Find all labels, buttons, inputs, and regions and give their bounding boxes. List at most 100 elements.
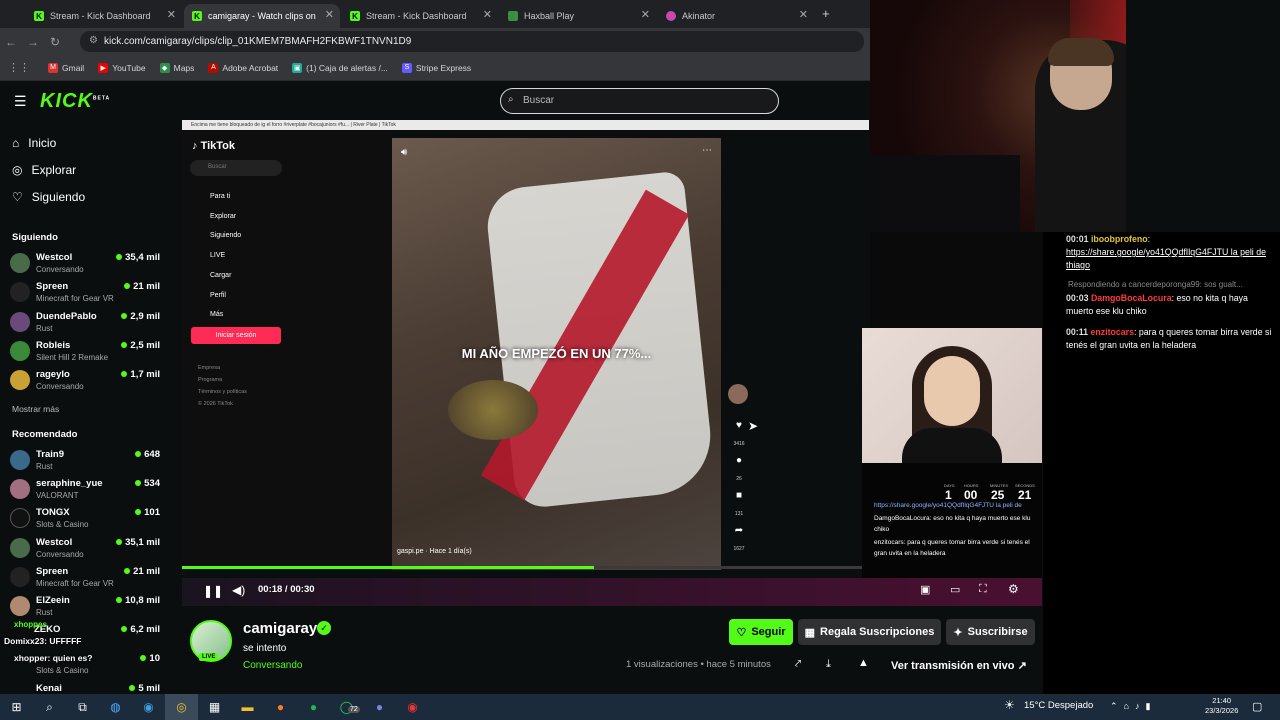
bookmark-alerts[interactable]: ▣ (1) Caja de alertas /... xyxy=(292,62,388,73)
chrome-icon[interactable]: ◎ xyxy=(165,694,198,720)
obs-icon[interactable]: ◉ xyxy=(396,694,429,720)
channel-tongx[interactable]: TONGX Slots & Casino 101 xyxy=(10,505,160,533)
browser-tab-3[interactable]: K Stream - Kick Dashboard ✕ xyxy=(342,4,498,28)
system-clock[interactable]: 21:40 23/3/2026 xyxy=(1205,696,1238,716)
share-icon[interactable]: ➦ xyxy=(730,525,748,536)
discord-icon[interactable]: ● xyxy=(363,694,396,720)
site-info-icon[interactable]: ⚙ xyxy=(89,35,98,46)
start-icon[interactable]: ⊞ xyxy=(0,694,33,720)
channel-seraphine[interactable]: seraphine_yue VALORANT 534 xyxy=(10,476,160,504)
pip-icon[interactable]: ▣ xyxy=(920,583,930,596)
weather-text[interactable]: 15°C Despejado xyxy=(1024,700,1093,711)
forward-icon[interactable]: → xyxy=(22,35,44,49)
whatsapp-icon[interactable]: ◯ 72 xyxy=(330,694,363,720)
download-icon[interactable]: ⤓ xyxy=(826,658,831,671)
nav-inicio[interactable]: ⌂ Inicio xyxy=(12,136,56,150)
url-field[interactable]: kick.com/camigaray/clips/clip_01KMEM7BMA… xyxy=(80,31,864,52)
channel-spreen[interactable]: Spreen Minecraft for Gear VR 21 mil xyxy=(10,279,160,307)
author-avatar[interactable] xyxy=(728,384,748,404)
channel-westcol[interactable]: Westcol Conversando 35,4 mil xyxy=(10,250,160,278)
video-author[interactable]: gaspi.pe · Hace 1 día(s) xyxy=(397,548,472,555)
nav-siguiendo[interactable]: ♡ Siguiendo xyxy=(12,190,85,204)
bookmark-youtube[interactable]: ▶ YouTube xyxy=(98,62,146,73)
share-icon[interactable]: ⤤ xyxy=(795,658,801,671)
report-icon[interactable]: ▲ xyxy=(858,657,869,669)
menu-icon[interactable]: ☰ xyxy=(14,93,27,110)
close-icon[interactable]: ✕ xyxy=(799,8,808,21)
footer-link[interactable]: Programa xyxy=(198,374,247,386)
bookmark-stripe[interactable]: S Stripe Express xyxy=(401,62,471,73)
bookmark-maps[interactable]: ◆ Maps xyxy=(159,62,194,73)
tiktok-menu-item[interactable]: Explorar xyxy=(194,207,241,227)
chat-username[interactable]: iboobprofeno xyxy=(1091,234,1148,244)
reload-icon[interactable]: ↻ xyxy=(44,35,66,49)
like-icon[interactable]: ♥ xyxy=(730,420,748,431)
bookmarks-bar: ⋮⋮ M Gmail ▶ YouTube ◆ Maps A Adobe Acrobat … xyxy=(0,55,870,81)
channel-rageylo[interactable]: rageylo Conversando 1,7 mil xyxy=(10,367,160,395)
spotify-icon[interactable]: ● xyxy=(297,694,330,720)
close-icon[interactable]: ✕ xyxy=(167,8,176,21)
tiktok-menu-item[interactable]: Cargar xyxy=(194,266,241,286)
comment-icon[interactable]: ● xyxy=(730,455,748,466)
tiktok-menu-item[interactable]: Más xyxy=(194,305,241,325)
system-tray-icons[interactable]: ⌃⌂♪▮ xyxy=(1110,701,1156,712)
channel-westcol-rec[interactable]: Westcol Conversando 35,1 mil xyxy=(10,535,160,563)
subscribe-button[interactable]: ✦ Suscribirse xyxy=(946,619,1035,645)
channel-spreen-rec[interactable]: Spreen Minecraft for Gear VR 21 mil xyxy=(10,564,160,592)
browser-tab-5[interactable]: Akinator ✕ xyxy=(658,4,814,28)
browser-tab-4[interactable]: Haxball Play ✕ xyxy=(500,4,656,28)
settings-icon[interactable]: ⚙ xyxy=(1008,582,1019,596)
tiktok-menu-item[interactable]: Perfil xyxy=(194,286,241,306)
tiktok-search-input[interactable]: Buscar xyxy=(190,160,282,176)
streamer-name[interactable]: camigaray xyxy=(243,620,317,637)
show-more-link[interactable]: Mostrar más xyxy=(12,404,59,414)
footer-link[interactable]: Empresa xyxy=(198,362,247,374)
pause-icon[interactable]: ❚❚ xyxy=(203,584,223,598)
bookmark-gmail[interactable]: M Gmail xyxy=(48,62,84,73)
channel-train9[interactable]: Train9 Rust 648 xyxy=(10,447,160,475)
firefox-icon[interactable]: ● xyxy=(264,694,297,720)
footer-link[interactable]: Términos y políticas xyxy=(198,386,247,398)
store-icon[interactable]: ▦ xyxy=(198,694,231,720)
search-icon[interactable]: ⌕ xyxy=(33,694,66,720)
channel-elzeein[interactable]: ElZeein Rust 10,8 mil xyxy=(10,593,160,621)
follow-button[interactable]: ♡ Seguir xyxy=(729,619,793,645)
tiktok-menu-item[interactable]: LIVE xyxy=(194,246,241,266)
apps-icon[interactable]: ⋮⋮ xyxy=(8,61,30,74)
mate-cup xyxy=(448,380,538,440)
clip-category[interactable]: Conversando xyxy=(243,660,302,671)
tiktok-login-button[interactable]: Iniciar sesión xyxy=(191,327,281,344)
channel-robleis[interactable]: Robleis Silent Hill 2 Remake 2,5 mil xyxy=(10,338,160,366)
task-view-icon[interactable]: ⧉ xyxy=(66,694,99,720)
gift-subs-button[interactable]: ▦ Regala Suscripciones xyxy=(798,619,941,645)
back-icon[interactable]: ← xyxy=(0,35,22,49)
copilot-icon[interactable]: ◍ xyxy=(99,694,132,720)
edge-icon[interactable]: ◉ xyxy=(132,694,165,720)
notification-icon[interactable]: ▢ xyxy=(1252,700,1262,713)
chat-username[interactable]: enzitocars xyxy=(1090,327,1134,337)
watch-live-link[interactable]: Ver transmisión en vivo ↗ xyxy=(891,659,1027,672)
nav-explorar[interactable]: ◎ Explorar xyxy=(12,163,76,177)
browser-tab-1[interactable]: K Stream - Kick Dashboard ✕ xyxy=(26,4,182,28)
new-tab-button[interactable]: + xyxy=(822,6,830,21)
tiktok-menu-item[interactable]: Siguiendo xyxy=(194,226,241,246)
search-input[interactable]: Buscar xyxy=(500,88,779,114)
close-icon[interactable]: ✕ xyxy=(325,8,334,21)
explorer-icon[interactable]: ▬ xyxy=(231,694,264,720)
volume-icon[interactable]: ◀) xyxy=(232,583,245,597)
browser-tab-2[interactable]: Kcamigaray - Watch clips on ✕ xyxy=(184,4,340,28)
close-icon[interactable]: ✕ xyxy=(483,8,492,21)
more-options-icon[interactable]: ⋯ xyxy=(702,145,712,156)
theater-icon[interactable]: ▭ xyxy=(950,583,960,596)
channel-name: ElZeein xyxy=(36,595,70,606)
tiktok-menu-item[interactable]: Para ti xyxy=(194,187,241,207)
channel-category: Minecraft for Gear VR xyxy=(36,579,114,588)
volume-icon[interactable]: 🔊︎ xyxy=(401,147,407,158)
chat-username[interactable]: DamgoBocaLocura xyxy=(1091,293,1172,303)
bookmark-icon[interactable]: ■ xyxy=(730,490,748,501)
close-icon[interactable]: ✕ xyxy=(641,8,650,21)
kick-logo[interactable]: KICKBETA xyxy=(40,90,110,113)
fullscreen-icon[interactable]: ⛶ xyxy=(979,583,987,596)
bookmark-adobe[interactable]: A Adobe Acrobat xyxy=(208,62,278,73)
channel-duendepablo[interactable]: DuendePablo Rust 2,9 mil xyxy=(10,309,160,337)
